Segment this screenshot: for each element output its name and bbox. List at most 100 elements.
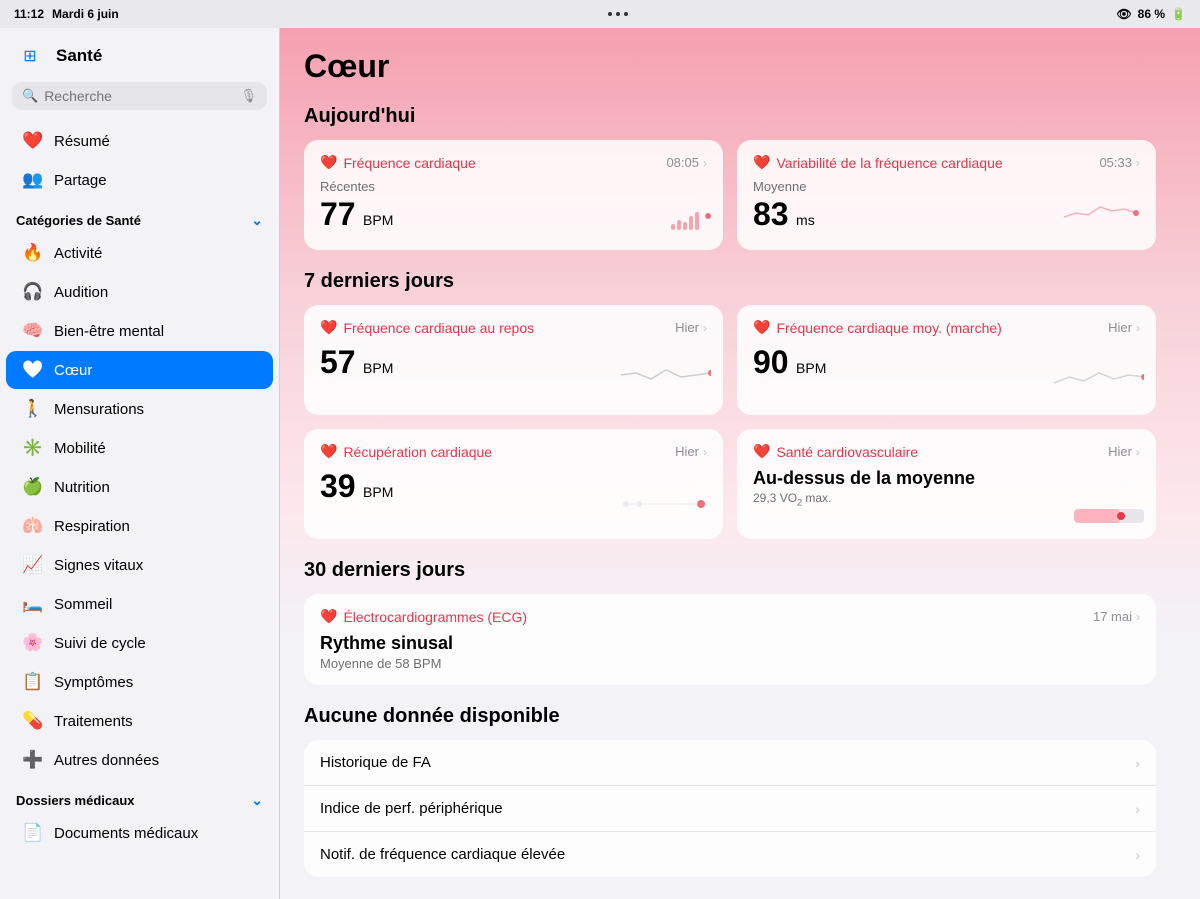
- card-frequence-title-row: ❤️ Fréquence cardiaque: [320, 154, 476, 171]
- bar1: [671, 224, 675, 230]
- sidebar-item-audition[interactable]: 🎧 Audition: [6, 273, 273, 311]
- nutrition-label: Nutrition: [54, 479, 110, 496]
- sidebar-item-coeur[interactable]: ❤️ Cœur: [6, 351, 273, 389]
- sidebar-item-resume[interactable]: ❤️ Résumé: [6, 122, 273, 160]
- bar4: [689, 216, 693, 230]
- card-frequence[interactable]: ❤️ Fréquence cardiaque 08:05 › Récentes …: [304, 140, 723, 250]
- card-variabilite-label: Moyenne: [753, 179, 1140, 194]
- no-data-notif[interactable]: Notif. de fréquence cardiaque élevée ›: [304, 832, 1156, 877]
- mobilite-icon: ✳️: [22, 437, 44, 459]
- search-box[interactable]: 🔍 🎙: [12, 82, 267, 110]
- heart-icon-cv: ❤️: [753, 443, 770, 460]
- card-ecg-value: Rythme sinusal: [320, 633, 1140, 654]
- documents-label: Documents médicaux: [54, 825, 198, 842]
- status-time: 11:12: [14, 7, 44, 21]
- chevron-cv: ›: [1136, 445, 1140, 459]
- heart-icon-variabilite: ❤️: [753, 154, 770, 171]
- card-repos-title: Fréquence cardiaque au repos: [343, 320, 534, 336]
- no-data-fa[interactable]: Historique de FA ›: [304, 740, 1156, 786]
- card-recuperation[interactable]: ❤️ Récupération cardiaque Hier › 39 BPM: [304, 429, 723, 539]
- dossiers-chevron[interactable]: ⌄: [251, 792, 263, 809]
- 7days-row2: ❤️ Récupération cardiaque Hier › 39 BPM: [304, 429, 1156, 539]
- card-frequence-value-row: 77 BPM: [320, 196, 707, 233]
- 7days-row1: ❤️ Fréquence cardiaque au repos Hier › 5…: [304, 305, 1156, 415]
- sidebar-item-bien-etre[interactable]: 🧠 Bien-être mental: [6, 312, 273, 350]
- card-variabilite[interactable]: ❤️ Variabilité de la fréquence cardiaque…: [737, 140, 1156, 250]
- traitements-label: Traitements: [54, 713, 133, 730]
- nutrition-icon: 🍏: [22, 476, 44, 498]
- activite-icon: 🔥: [22, 242, 44, 264]
- sidebar-item-autres[interactable]: ➕ Autres données: [6, 741, 273, 779]
- card-repos-header: ❤️ Fréquence cardiaque au repos Hier ›: [320, 319, 707, 336]
- sidebar-item-signes[interactable]: 📈 Signes vitaux: [6, 546, 273, 584]
- card-cv-title-row: ❤️ Santé cardiovasculaire: [753, 443, 918, 460]
- sidebar-item-traitements[interactable]: 💊 Traitements: [6, 702, 273, 740]
- card-repos-title-row: ❤️ Fréquence cardiaque au repos: [320, 319, 534, 336]
- traitements-icon: 💊: [22, 710, 44, 732]
- search-input[interactable]: [44, 88, 234, 104]
- main-content: Cœur Aujourd'hui ❤️ Fréquence cardiaque …: [280, 28, 1180, 899]
- mensurations-label: Mensurations: [54, 401, 144, 418]
- sidebar-item-mobilite[interactable]: ✳️ Mobilité: [6, 429, 273, 467]
- sidebar-item-suivi[interactable]: 🌸 Suivi de cycle: [6, 624, 273, 662]
- card-recuperation-title-row: ❤️ Récupération cardiaque: [320, 443, 492, 460]
- section-7days: 7 derniers jours: [304, 270, 1156, 293]
- card-marche-value: 90: [753, 344, 789, 380]
- audition-label: Audition: [54, 284, 108, 301]
- sidebar-item-sommeil[interactable]: 🛏️ Sommeil: [6, 585, 273, 623]
- sidebar-item-mensurations[interactable]: 🚶 Mensurations: [6, 390, 273, 428]
- documents-icon: 📄: [22, 822, 44, 844]
- sidebar-item-documents[interactable]: 📄 Documents médicaux: [6, 814, 273, 852]
- cv-bar-dot: [1117, 512, 1125, 520]
- search-icon: 🔍: [22, 88, 38, 104]
- resume-icon: ❤️: [22, 130, 44, 152]
- sidebar-item-nutrition[interactable]: 🍏 Nutrition: [6, 468, 273, 506]
- sidebar-item-activite[interactable]: 🔥 Activité: [6, 234, 273, 272]
- battery-text: 86 %: [1138, 7, 1165, 21]
- categories-title: Catégories de Santé: [16, 213, 141, 228]
- chevron-notif: ›: [1135, 847, 1140, 863]
- card-ecg-title-row: ❤️ Électrocardiogrammes (ECG): [320, 608, 527, 625]
- mic-icon[interactable]: 🎙: [240, 88, 257, 104]
- dot1: [608, 12, 612, 16]
- status-right: 👁 86 % 🔋: [1116, 7, 1186, 21]
- sidebar-item-symptomes[interactable]: 📋 Symptômes: [6, 663, 273, 701]
- status-bar: 11:12 Mardi 6 juin 👁 86 % 🔋: [0, 0, 1200, 28]
- card-ecg[interactable]: ❤️ Électrocardiogrammes (ECG) 17 mai › R…: [304, 594, 1156, 685]
- no-data-notif-label: Notif. de fréquence cardiaque élevée: [320, 846, 565, 863]
- bar2: [677, 220, 681, 230]
- sidebar-item-partage[interactable]: 👥 Partage: [6, 161, 273, 199]
- dot-chart: [705, 213, 711, 219]
- main-content-area: Cœur Aujourd'hui ❤️ Fréquence cardiaque …: [280, 28, 1200, 899]
- section-30days: 30 derniers jours: [304, 559, 1156, 582]
- section-today: Aujourd'hui: [304, 105, 1156, 128]
- sidebar: ⊞ Santé 🔍 🎙 ❤️ Résumé 👥 Partage Catégori…: [0, 28, 280, 899]
- section-no-data: Aucune donnée disponible: [304, 705, 1156, 728]
- coeur-icon: ❤️: [22, 359, 44, 381]
- card-ecg-time: 17 mai ›: [1093, 609, 1140, 624]
- autres-icon: ➕: [22, 749, 44, 771]
- dossiers-title: Dossiers médicaux: [16, 793, 135, 808]
- status-date: Mardi 6 juin: [52, 7, 119, 21]
- respiration-icon: 🫁: [22, 515, 44, 537]
- card-marche[interactable]: ❤️ Fréquence cardiaque moy. (marche) Hie…: [737, 305, 1156, 415]
- card-cardiovasculaire[interactable]: ❤️ Santé cardiovasculaire Hier › Au-dess…: [737, 429, 1156, 539]
- card-cv-header: ❤️ Santé cardiovasculaire Hier ›: [753, 443, 1140, 460]
- card-recuperation-unit: BPM: [363, 484, 393, 500]
- categories-chevron[interactable]: ⌄: [251, 212, 263, 229]
- heart-icon-repos: ❤️: [320, 319, 337, 336]
- sidebar-item-respiration[interactable]: 🫁 Respiration: [6, 507, 273, 545]
- no-data-perf-label: Indice de perf. périphérique: [320, 800, 503, 817]
- sidebar-toggle-button[interactable]: ⊞: [16, 42, 44, 70]
- chevron-marche: ›: [1136, 321, 1140, 335]
- no-data-fa-label: Historique de FA: [320, 754, 431, 771]
- heart-icon-marche: ❤️: [753, 319, 770, 336]
- coeur-label: Cœur: [54, 362, 92, 379]
- partage-icon: 👥: [22, 169, 44, 191]
- card-repos[interactable]: ❤️ Fréquence cardiaque au repos Hier › 5…: [304, 305, 723, 415]
- card-cv-chart: [1074, 509, 1144, 523]
- chevron-icon-variabilite: ›: [1136, 156, 1140, 170]
- bien-etre-icon: 🧠: [22, 320, 44, 342]
- card-marche-time: Hier ›: [1108, 320, 1140, 335]
- no-data-perf[interactable]: Indice de perf. périphérique ›: [304, 786, 1156, 832]
